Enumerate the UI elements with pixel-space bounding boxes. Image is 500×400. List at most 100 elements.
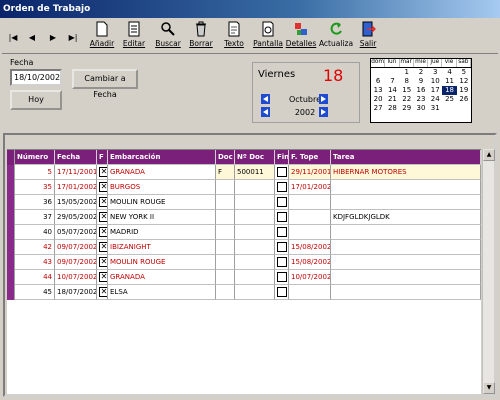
calendar-day[interactable]: 2 [414, 68, 428, 77]
last-record-button[interactable]: ▶| [66, 32, 80, 44]
table-row[interactable]: 45 18/07/2002 ✕ ELSA [7, 285, 481, 300]
table-row[interactable]: 44 10/07/2002 ✕ GRANADA 10/07/2002 [7, 270, 481, 285]
calendar-day[interactable]: 13 [371, 86, 385, 95]
cell-doc[interactable] [216, 180, 235, 195]
cell-tarea[interactable] [331, 270, 481, 285]
calendar-day[interactable]: 23 [414, 95, 428, 104]
cell-ftope[interactable] [289, 285, 331, 300]
add-button[interactable]: Añadir [84, 21, 120, 53]
cell-tarea[interactable] [331, 195, 481, 210]
cell-ftope[interactable] [289, 225, 331, 240]
f-checkbox[interactable]: ✕ [99, 167, 107, 177]
f-checkbox[interactable]: ✕ [99, 257, 107, 267]
calendar-day[interactable]: 9 [414, 77, 428, 86]
cell-embarcacion[interactable]: IBIZANIGHT [108, 240, 216, 255]
f-checkbox[interactable]: ✕ [99, 272, 107, 282]
cell-f[interactable]: ✕ [97, 255, 108, 270]
cell-ftope[interactable]: 15/08/2002 [289, 255, 331, 270]
cell-numero[interactable]: 5 [15, 165, 55, 180]
column-header-fecha[interactable]: Fecha [55, 150, 97, 165]
previous-record-button[interactable]: ◀ [25, 32, 39, 44]
cell-fecha[interactable]: 09/07/2002 [55, 240, 97, 255]
fin-checkbox[interactable] [277, 272, 287, 282]
cell-tarea[interactable] [331, 240, 481, 255]
calendar-day[interactable]: 16 [414, 86, 428, 95]
calendar-day[interactable]: 20 [371, 95, 385, 104]
next-year-arrow-icon[interactable] [319, 107, 328, 117]
cell-tarea[interactable] [331, 225, 481, 240]
cell-ftope[interactable] [289, 210, 331, 225]
calendar-day[interactable]: 14 [385, 86, 399, 95]
calendar-day[interactable]: 6 [371, 77, 385, 86]
cell-tarea[interactable] [331, 285, 481, 300]
calendar-day[interactable]: 12 [457, 77, 471, 86]
cell-fin[interactable] [275, 240, 289, 255]
calendar-day[interactable]: 21 [385, 95, 399, 104]
cell-numero[interactable]: 44 [15, 270, 55, 285]
cell-fin[interactable] [275, 180, 289, 195]
cell-embarcacion[interactable]: GRANADA [108, 165, 216, 180]
f-checkbox[interactable]: ✕ [99, 242, 107, 252]
cell-doc[interactable] [216, 285, 235, 300]
row-selector[interactable] [7, 165, 15, 180]
fecha-input[interactable]: 18/10/2002 [10, 69, 62, 86]
cell-f[interactable]: ✕ [97, 240, 108, 255]
calendar-day[interactable]: 17 [428, 86, 442, 95]
cell-embarcacion[interactable]: GRANADA [108, 270, 216, 285]
cell-fecha[interactable]: 17/11/2001 [55, 165, 97, 180]
cell-tarea[interactable] [331, 255, 481, 270]
fin-checkbox[interactable] [277, 257, 287, 267]
calendar-day[interactable]: 25 [442, 95, 456, 104]
cell-ndoc[interactable]: 500011 [235, 165, 275, 180]
cell-numero[interactable]: 43 [15, 255, 55, 270]
cell-f[interactable]: ✕ [97, 180, 108, 195]
table-row[interactable]: 37 29/05/2002 ✕ NEW YORK II KDJFGLDKJGLDK [7, 210, 481, 225]
row-selector[interactable] [7, 255, 15, 270]
f-checkbox[interactable]: ✕ [99, 197, 107, 207]
f-checkbox[interactable]: ✕ [99, 287, 107, 297]
cell-fecha[interactable]: 10/07/2002 [55, 270, 97, 285]
calendar-day[interactable]: 15 [400, 86, 414, 95]
cell-fecha[interactable]: 09/07/2002 [55, 255, 97, 270]
cell-f[interactable]: ✕ [97, 285, 108, 300]
cell-ndoc[interactable] [235, 180, 275, 195]
calendar-day[interactable]: 22 [400, 95, 414, 104]
cell-ndoc[interactable] [235, 210, 275, 225]
fin-checkbox[interactable] [277, 242, 287, 252]
column-header-embarcacion[interactable]: Embarcación [108, 150, 216, 165]
scroll-up-icon[interactable]: ▲ [483, 149, 495, 161]
f-checkbox[interactable]: ✕ [99, 212, 107, 222]
calendar-day[interactable]: 30 [414, 104, 428, 113]
cell-fecha[interactable]: 15/05/2002 [55, 195, 97, 210]
cell-tarea[interactable] [331, 180, 481, 195]
fin-checkbox[interactable] [277, 227, 287, 237]
column-header-tarea[interactable]: Tarea [331, 150, 481, 165]
cell-fin[interactable] [275, 195, 289, 210]
calendar-day[interactable]: 3 [428, 68, 442, 77]
prev-month-arrow-icon[interactable] [261, 94, 270, 104]
calendar-day[interactable]: 1 [400, 68, 414, 77]
next-month-arrow-icon[interactable] [319, 94, 328, 104]
cell-tarea[interactable]: HIBERNAR MOTORES [331, 165, 481, 180]
row-selector[interactable] [7, 210, 15, 225]
cell-fin[interactable] [275, 285, 289, 300]
table-row[interactable]: 5 17/11/2001 ✕ GRANADA F 500011 29/11/2001 HIBE… [7, 165, 481, 180]
cell-doc[interactable] [216, 240, 235, 255]
cell-ftope[interactable] [289, 195, 331, 210]
cell-doc[interactable] [216, 225, 235, 240]
fin-checkbox[interactable] [277, 167, 287, 177]
cell-numero[interactable]: 42 [15, 240, 55, 255]
cell-embarcacion[interactable]: ELSA [108, 285, 216, 300]
cell-ndoc[interactable] [235, 270, 275, 285]
cell-f[interactable]: ✕ [97, 270, 108, 285]
text-button[interactable]: Texto [216, 21, 252, 53]
cell-fecha[interactable]: 18/07/2002 [55, 285, 97, 300]
table-row[interactable]: 43 09/07/2002 ✕ MOULIN ROUGE 15/08/2002 [7, 255, 481, 270]
cell-fin[interactable] [275, 270, 289, 285]
row-selector[interactable] [7, 225, 15, 240]
cambiar-fecha-button[interactable]: Cambiar a Fecha [72, 69, 138, 99]
delete-button[interactable]: Borrar [183, 21, 219, 53]
fin-checkbox[interactable] [277, 212, 287, 222]
first-record-button[interactable]: |◀ [6, 32, 20, 44]
cell-embarcacion[interactable]: NEW YORK II [108, 210, 216, 225]
